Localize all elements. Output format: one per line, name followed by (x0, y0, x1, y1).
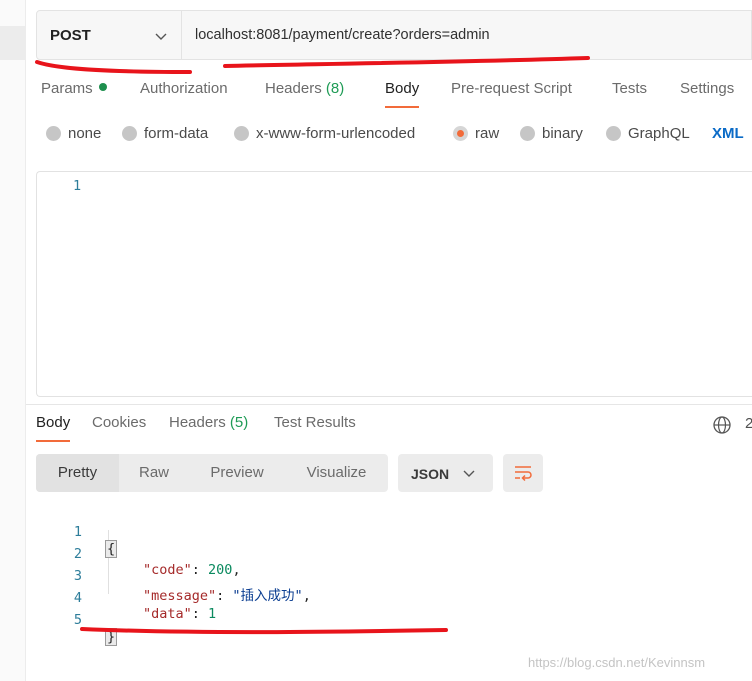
body-type-form-data-label: form-data (144, 125, 209, 142)
body-type-urlencoded-label: x-www-form-urlencoded (256, 125, 416, 142)
body-type-none[interactable]: none (46, 125, 101, 142)
view-preview[interactable]: Preview (189, 454, 285, 492)
response-headers-count: (5) (229, 414, 249, 431)
response-tab-test-results[interactable]: Test Results (274, 414, 356, 431)
body-type-raw[interactable]: raw (453, 125, 499, 142)
tab-headers-label: Headers (265, 80, 322, 97)
response-body[interactable]: 1 { 2 "code": 200, 3 "message": "插入成功", … (60, 508, 560, 646)
params-indicator-dot (98, 83, 107, 92)
watermark: https://blog.csdn.net/Kevinnsm (528, 655, 706, 670)
tab-body-label: Body (385, 80, 420, 97)
active-tab-underline (36, 440, 71, 442)
code-line: 3 "message": "插入成功", (60, 552, 560, 604)
code-line: 1 { (60, 508, 560, 558)
annotation-underline-response (80, 627, 448, 635)
body-type-graphql-label: GraphQL (628, 125, 690, 142)
body-type-binary[interactable]: binary (520, 125, 583, 142)
tab-prerequest-script[interactable]: Pre-request Script (451, 80, 572, 97)
request-bar: POST localhost:8081/payment/create?order… (36, 10, 752, 60)
line-number: 1 (73, 178, 82, 194)
code-line: 2 "code": 200, (60, 530, 560, 578)
request-body-editor[interactable]: 1 (36, 171, 752, 397)
tab-params[interactable]: Params (41, 80, 107, 97)
line-number: 5 (73, 612, 82, 628)
response-tabs: Body Cookies Headers (5) Test Results (0, 414, 752, 444)
body-type-binary-label: binary (542, 125, 583, 142)
active-tab-underline (385, 106, 420, 108)
method-select[interactable]: POST (37, 11, 182, 59)
chevron-down-icon (463, 470, 475, 477)
tab-settings[interactable]: Settings (680, 80, 734, 97)
body-type-form-data[interactable]: form-data (122, 125, 208, 142)
body-type-none-label: none (68, 125, 102, 142)
method-label: POST (50, 27, 91, 44)
globe-icon[interactable] (712, 415, 732, 435)
radio-selected-icon (453, 126, 468, 141)
tab-tests[interactable]: Tests (612, 80, 647, 97)
response-status: 2 (745, 415, 752, 432)
tab-headers[interactable]: Headers (8) (265, 80, 344, 97)
radio-icon (234, 126, 249, 141)
annotation-underline-method (35, 60, 192, 74)
language-label: JSON (411, 466, 450, 482)
view-pretty[interactable]: Pretty (36, 454, 119, 492)
body-type-urlencoded[interactable]: x-www-form-urlencoded (234, 125, 415, 142)
request-tabs: Params Authorization Headers (8) Body Pr… (0, 80, 752, 110)
body-type-raw-label: raw (475, 125, 500, 142)
wrap-lines-button[interactable] (503, 454, 543, 492)
response-view-switcher: Pretty Raw Preview Visualize (36, 454, 388, 492)
view-raw[interactable]: Raw (119, 454, 189, 492)
response-language-select[interactable]: JSON (398, 454, 493, 492)
radio-icon (122, 126, 137, 141)
body-type-options: none form-data x-www-form-urlencoded raw… (0, 125, 752, 147)
tab-authorization[interactable]: Authorization (140, 80, 228, 97)
chevron-down-icon (155, 33, 167, 40)
body-format-select[interactable]: XML (712, 125, 744, 142)
tab-params-label: Params (41, 80, 93, 97)
code-line: 4 "data": 1 (60, 574, 560, 622)
response-tab-body[interactable]: Body (36, 414, 71, 442)
response-tab-headers-label: Headers (169, 414, 226, 431)
url-input[interactable]: localhost:8081/payment/create?orders=adm… (195, 27, 490, 43)
tab-body[interactable]: Body (385, 80, 420, 108)
body-type-graphql[interactable]: GraphQL (606, 125, 690, 142)
close-brace: } (105, 628, 118, 646)
radio-icon (520, 126, 535, 141)
response-tab-cookies[interactable]: Cookies (92, 414, 146, 431)
headers-count: (8) (325, 80, 345, 97)
radio-icon (46, 126, 61, 141)
pane-divider[interactable] (26, 404, 752, 405)
wrap-lines-icon (515, 466, 532, 482)
sidebar-selected-item[interactable] (0, 26, 26, 60)
response-tab-headers[interactable]: Headers (5) (169, 414, 248, 431)
radio-icon (606, 126, 621, 141)
code-line: 5 } (60, 596, 560, 646)
view-visualize[interactable]: Visualize (285, 454, 388, 492)
response-tab-body-label: Body (36, 414, 71, 431)
